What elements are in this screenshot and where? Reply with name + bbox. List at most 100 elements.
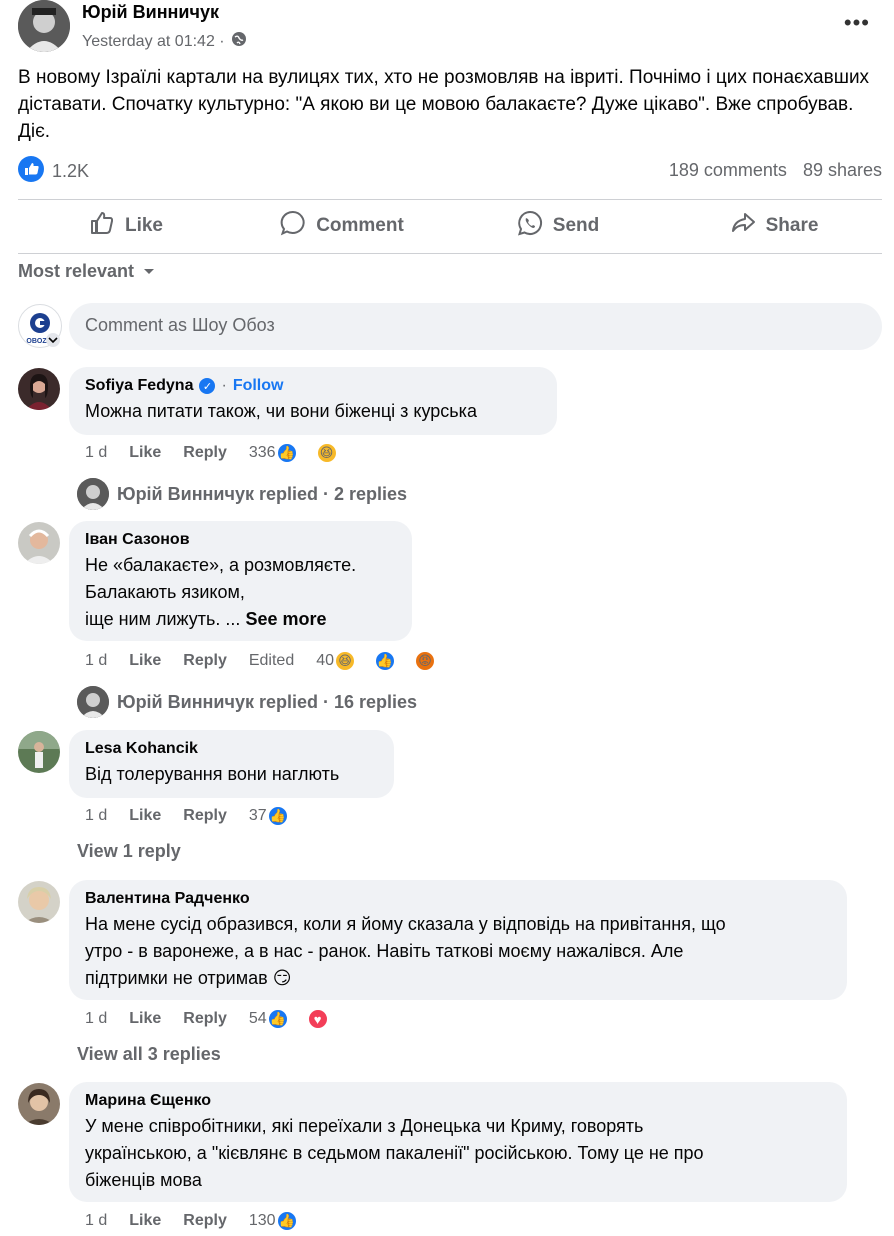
caret-down-icon: [142, 261, 156, 282]
author-name[interactable]: Іван Сазонов: [85, 531, 396, 549]
like-reaction-icon: 👍: [266, 1008, 289, 1030]
comment-icon: [280, 210, 306, 242]
avatar[interactable]: [18, 1083, 60, 1125]
post-header: Юрій Винничук Yesterday at 01:42 · •••: [18, 0, 882, 56]
reaction-count: 54: [248, 1010, 267, 1027]
comment-reactions[interactable]: 54 👍 ♥: [249, 1008, 351, 1030]
edited-label[interactable]: Edited: [249, 652, 294, 670]
comment-reply-button[interactable]: Reply: [183, 1212, 227, 1230]
comment-age[interactable]: 1 d: [85, 1212, 107, 1230]
author-name[interactable]: Юрій Винничук: [82, 2, 219, 23]
chevron-down-icon[interactable]: [46, 333, 60, 347]
comment-text-line: утро - в варонеже, а в нас - ранок. Наві…: [85, 941, 684, 961]
comment-meta: 1 d Like Reply 37 👍: [85, 805, 311, 827]
likes-count: 1.2K: [52, 161, 90, 181]
send-button[interactable]: Send: [450, 202, 666, 250]
comment-reactions[interactable]: 37 👍: [249, 805, 311, 827]
comment-sort-dropdown[interactable]: Most relevant: [18, 261, 156, 282]
comment-meta: 1 d Like Reply 336 👍 😆: [85, 442, 360, 464]
like-reaction-icon: 👍: [275, 442, 298, 464]
comment-like-button[interactable]: Like: [129, 1010, 161, 1028]
thumbs-up-icon: [89, 210, 115, 242]
comment-text-line: біженців мова: [85, 1170, 202, 1190]
post-stats: 1.2K 189 comments 89 shares: [18, 156, 882, 186]
divider: [18, 253, 882, 254]
comment-author: Sofiya Fedyna ✓ · Follow: [85, 377, 541, 395]
shares-count[interactable]: 89 shares: [803, 160, 882, 181]
comment-text: У мене співробітники, які переїхали з До…: [85, 1113, 831, 1194]
reactions-summary[interactable]: 1.2K: [18, 156, 89, 187]
comment-meta: 1 d Like Reply 54 👍 ♥: [85, 1008, 351, 1030]
like-reaction-icon: 👍: [266, 805, 289, 827]
angry-reaction-icon: 😡: [414, 650, 437, 672]
haha-reaction-icon: 😆: [315, 442, 338, 464]
author-name[interactable]: Sofiya Fedyna: [85, 377, 193, 395]
comment-text-line: На мене сусід образився, коли я йому ска…: [85, 914, 726, 934]
view-replies-link[interactable]: View 1 reply: [77, 841, 181, 862]
comment-like-button[interactable]: Like: [129, 444, 161, 462]
share-button[interactable]: Share: [666, 202, 882, 250]
like-reaction-icon: 👍: [275, 1210, 298, 1232]
reaction-count: 130: [248, 1212, 276, 1229]
comment-bubble: Lesa Kohancik Від толерування вони наглю…: [69, 730, 394, 798]
author-name[interactable]: Валентина Радченко: [85, 890, 831, 908]
comment-like-button[interactable]: Like: [129, 652, 161, 670]
comment-reply-button[interactable]: Reply: [183, 444, 227, 462]
post-time[interactable]: Yesterday at 01:42 ·: [82, 33, 225, 51]
divider: [18, 199, 882, 200]
comment-label: Comment: [316, 215, 404, 236]
author-name[interactable]: Марина Єщенко: [85, 1092, 831, 1110]
comment-age[interactable]: 1 d: [85, 807, 107, 825]
avatar[interactable]: [18, 368, 60, 410]
comment-like-button[interactable]: Like: [129, 807, 161, 825]
reaction-count: 37: [248, 807, 267, 824]
like-label: Like: [124, 215, 164, 236]
comment-text: Від толерування вони наглють: [85, 764, 340, 784]
replies-link[interactable]: Юрій Винничук replied · 2 replies: [77, 478, 407, 510]
comment-meta: 1 d Like Reply Edited 40 😆 👍 😡: [85, 650, 458, 672]
comments-count[interactable]: 189 comments: [669, 160, 787, 181]
comment-reply-button[interactable]: Reply: [183, 807, 227, 825]
love-reaction-icon: ♥: [306, 1008, 329, 1030]
comment-input[interactable]: Comment as Шоу Обоз: [69, 303, 882, 350]
comment-age[interactable]: 1 d: [85, 652, 107, 670]
comment-reactions[interactable]: 130 👍: [249, 1210, 320, 1232]
send-label: Send: [552, 215, 600, 236]
comment-age[interactable]: 1 d: [85, 1010, 107, 1028]
comment-text: На мене сусід образився, коли я йому ска…: [85, 911, 831, 992]
comment-text-line: У мене співробітники, які переїхали з До…: [85, 1116, 644, 1136]
avatar[interactable]: [18, 731, 60, 773]
reply-avatar: [77, 686, 109, 718]
comment-reactions[interactable]: 40 😆 👍 😡: [316, 650, 458, 672]
comment-like-button[interactable]: Like: [129, 1212, 161, 1230]
post-meta: Yesterday at 01:42 ·: [82, 31, 247, 52]
like-button[interactable]: Like: [18, 202, 234, 250]
follow-button[interactable]: Follow: [233, 377, 284, 395]
comment-text-line: Не «балакаєте», а розмовляєте.: [85, 555, 357, 575]
comment-button[interactable]: Comment: [234, 202, 450, 250]
see-more-link[interactable]: See more: [245, 609, 326, 629]
whatsapp-icon: [517, 210, 543, 242]
more-options-icon[interactable]: •••: [844, 10, 870, 36]
verified-badge-icon: ✓: [199, 378, 216, 394]
comment-text: Не «балакаєте», а розмовляєте. Балакають…: [85, 552, 396, 633]
author-name[interactable]: Lesa Kohancik: [85, 740, 378, 758]
comment-reactions[interactable]: 336 👍 😆: [249, 442, 360, 464]
post-actions: Like Comment Send Share: [18, 202, 882, 250]
comment-reply-button[interactable]: Reply: [183, 1010, 227, 1028]
comment-bubble: Sofiya Fedyna ✓ · Follow Можна питати та…: [69, 367, 557, 435]
replies-link[interactable]: Юрій Винничук replied · 16 replies: [77, 686, 417, 718]
reply-avatar: [77, 478, 109, 510]
comment-text-line: підтримки не отримав 😏: [85, 968, 292, 988]
avatar[interactable]: [18, 522, 60, 564]
comment-meta: 1 d Like Reply 130 👍: [85, 1210, 320, 1232]
separator-dot: ·: [221, 377, 227, 394]
avatar[interactable]: [18, 881, 60, 923]
author-avatar[interactable]: [18, 0, 70, 52]
comment-bubble: Іван Сазонов Не «балакаєте», а розмовляє…: [69, 521, 412, 641]
like-reaction-icon: 👍: [374, 650, 397, 672]
comment-age[interactable]: 1 d: [85, 444, 107, 462]
comment-reply-button[interactable]: Reply: [183, 652, 227, 670]
replies-label: Юрій Винничук replied · 2 replies: [117, 483, 408, 504]
view-replies-link[interactable]: View all 3 replies: [77, 1044, 221, 1065]
